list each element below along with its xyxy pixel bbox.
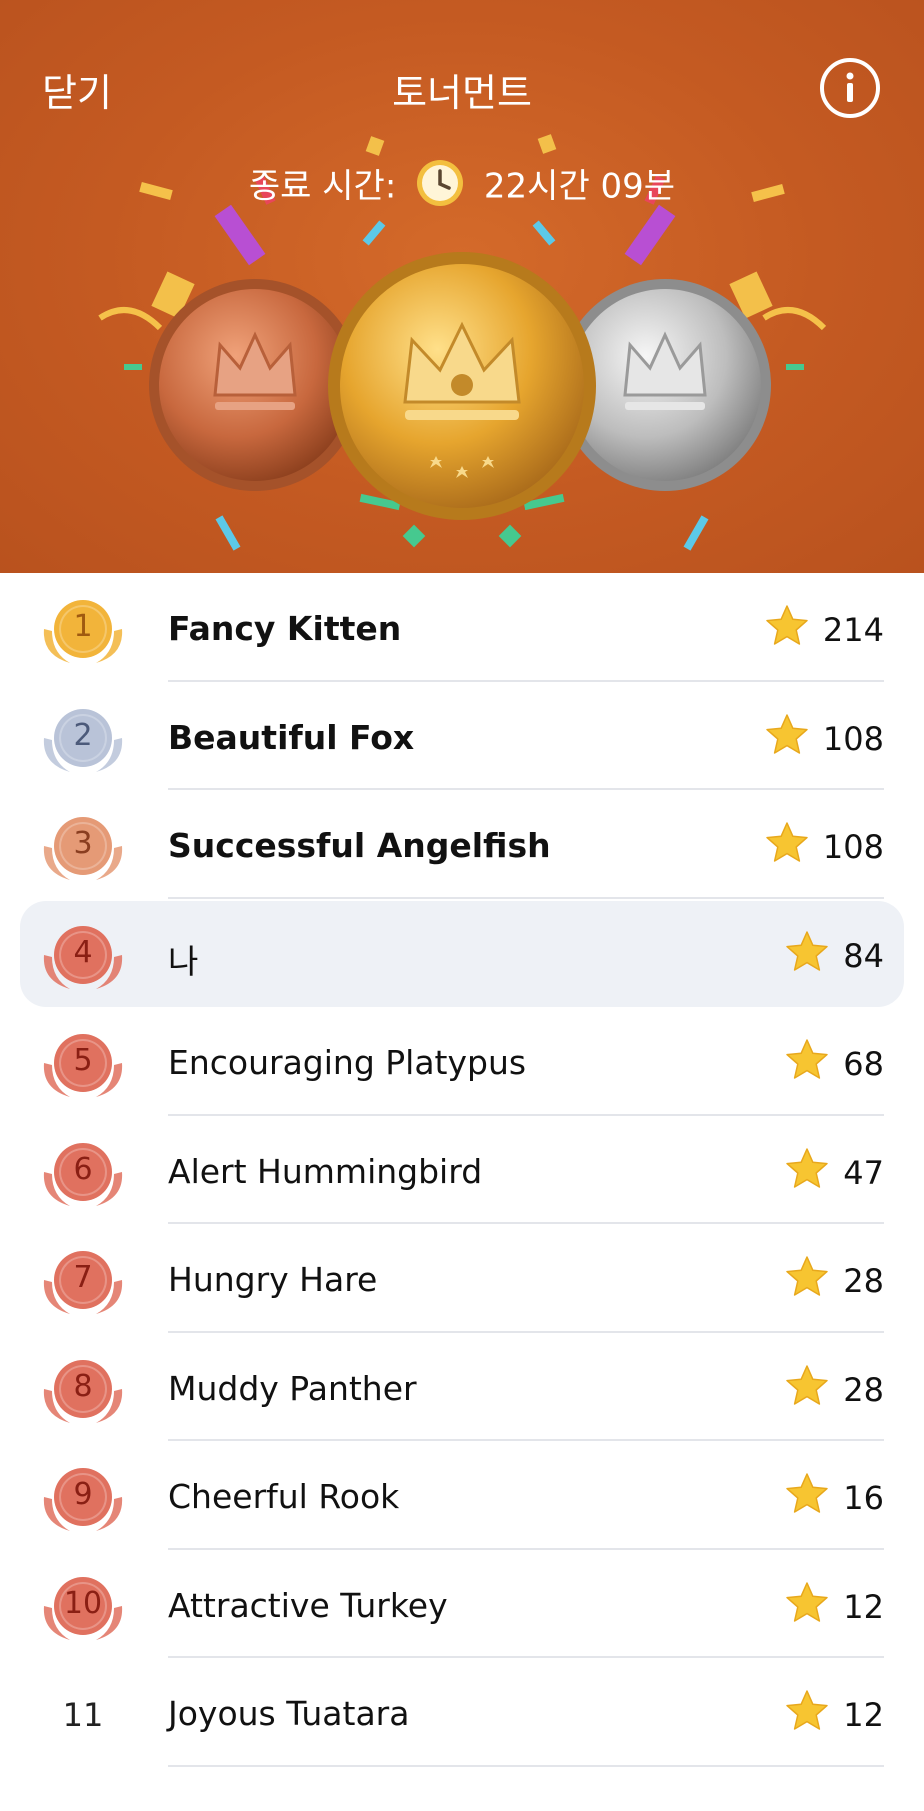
player-name: Cheerful Rook: [168, 1477, 400, 1516]
player-score: 68: [843, 1045, 884, 1083]
leaderboard-list: 1 Fancy Kitten 214 2 Beautiful Fox 108 3 Succes…: [0, 573, 924, 1767]
rank-number: 3: [73, 826, 93, 861]
star-icon: [786, 1039, 828, 1079]
list-item[interactable]: 5 Encouraging Platypus 68: [0, 1007, 924, 1116]
list-item[interactable]: 8 Muddy Panther 28: [0, 1333, 924, 1441]
rank-number: 8: [73, 1368, 93, 1404]
player-name: Fancy Kitten: [168, 609, 402, 648]
list-item[interactable]: 6 Alert Hummingbird 47: [0, 1116, 924, 1224]
list-item[interactable]: 9 Cheerful Rook 16: [0, 1441, 924, 1550]
player-name: Attractive Turkey: [168, 1585, 448, 1625]
player-name: Beautiful Fox: [168, 717, 415, 757]
player-name: Encouraging Platypus: [168, 1043, 527, 1082]
player-score: 12: [843, 1587, 884, 1626]
player-score: 84: [843, 936, 884, 975]
player-score: 16: [843, 1479, 884, 1517]
star-icon: [786, 1256, 828, 1296]
player-score: 28: [843, 1262, 884, 1300]
rank-number: 2: [73, 717, 93, 753]
player-score: 108: [822, 719, 884, 758]
player-name: Hungry Hare: [168, 1260, 378, 1299]
rank-number: 4: [73, 934, 93, 970]
player-score: 214: [822, 611, 884, 649]
player-score: 28: [843, 1370, 884, 1409]
rank-number: 7: [73, 1260, 93, 1295]
player-name: Muddy Panther: [168, 1368, 417, 1408]
player-score: 108: [822, 828, 884, 866]
rank-number: 11: [62, 1696, 104, 1734]
star-icon: [786, 1473, 828, 1513]
list-item[interactable]: 7 Hungry Hare 28: [0, 1224, 924, 1333]
star-icon: [786, 1581, 828, 1622]
list-item-me[interactable]: 4 나 84: [0, 899, 924, 1008]
star-icon: [766, 822, 808, 862]
player-score: 47: [843, 1153, 884, 1192]
rank-number: 1: [73, 609, 93, 644]
player-name: 나: [168, 941, 199, 981]
star-icon: [766, 605, 808, 645]
medals-illustration: [149, 252, 771, 520]
star-icon: [786, 930, 828, 971]
player-name: Alert Hummingbird: [168, 1151, 483, 1191]
row-divider: [168, 1764, 884, 1767]
player-name: Joyous Tuatara: [168, 1694, 410, 1733]
rank-number: 9: [73, 1477, 93, 1512]
list-item[interactable]: 11 Joyous Tuatara 12: [0, 1658, 924, 1767]
star-icon: [766, 713, 808, 754]
rank-number: 6: [73, 1151, 93, 1187]
star-icon: [786, 1364, 828, 1405]
list-item[interactable]: 2 Beautiful Fox 108: [0, 682, 924, 790]
list-item[interactable]: 3 Successful Angelfish 108: [0, 790, 924, 899]
list-item[interactable]: 1 Fancy Kitten 214: [0, 573, 924, 682]
player-name: Successful Angelfish: [168, 826, 551, 865]
header: 닫기 토너먼트 종료 시간: 22시간 09분: [0, 0, 924, 573]
star-icon: [786, 1690, 828, 1730]
player-score: 12: [843, 1696, 884, 1734]
list-item[interactable]: 10 Attractive Turkey 12: [0, 1550, 924, 1658]
highlight-background: [20, 900, 904, 1007]
star-icon: [786, 1147, 828, 1188]
rank-number: 10: [63, 1585, 103, 1621]
rank-number: 5: [73, 1043, 93, 1078]
